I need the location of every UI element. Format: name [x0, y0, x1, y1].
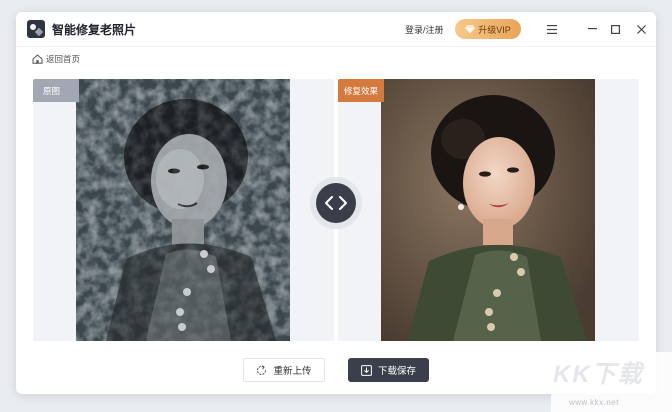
app-title: 智能修复老照片 — [52, 23, 137, 37]
download-save-label: 下载保存 — [377, 366, 416, 377]
close-icon — [636, 24, 646, 34]
login-register-link[interactable]: 登录/注册 — [405, 23, 444, 36]
menu-button[interactable] — [544, 21, 560, 37]
close-button[interactable] — [633, 21, 649, 37]
restored-image-panel: 修复效果 — [338, 79, 639, 341]
title-divider — [16, 46, 656, 47]
minimize-button[interactable] — [584, 21, 600, 37]
reupload-button[interactable]: 重新上传 — [243, 358, 325, 382]
minimize-icon — [587, 28, 597, 30]
watermark-logo-text: KK下载 — [553, 361, 644, 388]
restored-tag: 修复效果 — [338, 79, 384, 102]
app-window: 智能修复老照片 登录/注册 升级VIP 返回首页 原图 修复效果 重新上传 下载… — [16, 12, 656, 394]
download-save-button[interactable]: 下载保存 — [348, 358, 429, 382]
home-icon — [32, 54, 43, 64]
watermark-url: www.kkx.net — [569, 398, 619, 407]
watermark: KK下载 www.kkx.net — [551, 352, 672, 412]
back-home-label: 返回首页 — [46, 54, 81, 64]
restored-photo — [381, 79, 595, 341]
back-home-link[interactable]: 返回首页 — [32, 52, 80, 66]
maximize-icon — [610, 24, 620, 34]
download-icon — [361, 364, 372, 376]
diamond-icon — [465, 25, 476, 34]
reupload-label: 重新上传 — [273, 366, 312, 377]
refresh-icon — [257, 364, 267, 375]
left-right-arrows-icon — [325, 196, 347, 210]
hamburger-icon — [547, 24, 557, 34]
original-photo — [76, 79, 290, 341]
title-bar: 智能修复老照片 登录/注册 升级VIP — [16, 12, 656, 46]
maximize-button[interactable] — [607, 21, 623, 37]
upgrade-vip-button[interactable]: 升级VIP — [455, 19, 521, 39]
compare-slider-handle[interactable] — [310, 177, 362, 229]
original-image-panel: 原图 — [33, 79, 334, 341]
app-logo-icon — [27, 20, 45, 38]
upgrade-vip-label: 升级VIP — [478, 24, 511, 35]
original-tag: 原图 — [33, 79, 79, 102]
